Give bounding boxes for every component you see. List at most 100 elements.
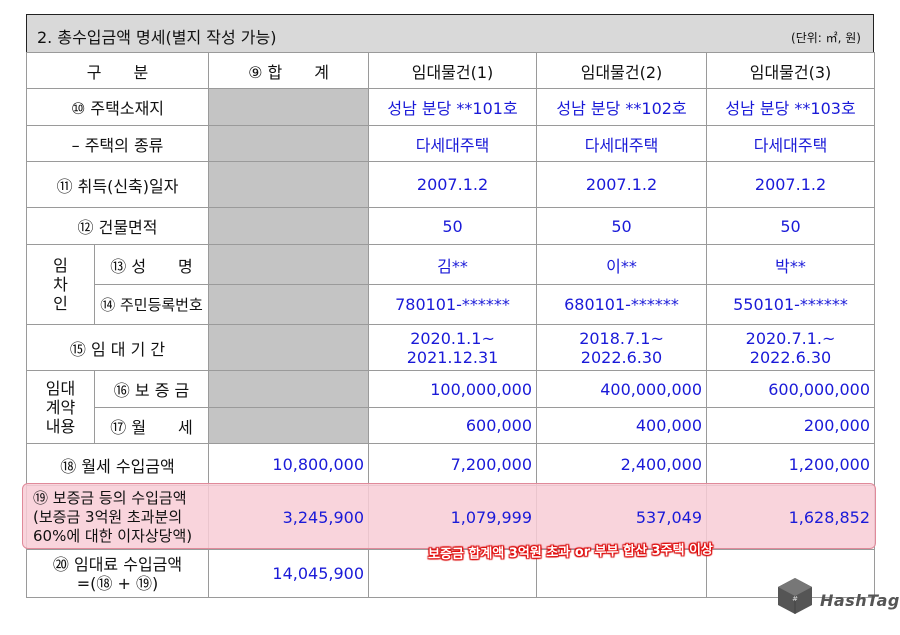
area-p1: 50 [368, 207, 538, 245]
deposit-p2: 400,000,000 [536, 370, 708, 408]
table-row: ⑰ 월 세 600,000 400,000 200,000 [27, 407, 876, 444]
row-label-lease-period: ⑮ 임 대 기 간 [25, 324, 210, 371]
row-label-house-type: – 주택의 종류 [25, 125, 210, 162]
deposit-income-p2: 537,049 [536, 485, 708, 550]
row-label-monthly-rent: ⑰ 월 세 [93, 407, 210, 444]
table-row: ⑱ 월세 수입금액 10,800,000 7,200,000 2,400,000… [25, 443, 876, 486]
row-label-resident-number: ⑭ 주민등록번호 [93, 284, 210, 325]
deposit-income-label-line: 60%에 대한 이자상당액) [33, 527, 193, 545]
hashtag-cube-logo-icon: # [778, 578, 812, 614]
house-type-p3: 다세대주택 [706, 125, 876, 162]
lease-period-p2: 2018.7.1~ 2022.6.30 [536, 324, 708, 371]
deposit-income-label-line: ⑲ 보증금 등의 수입금액 [33, 489, 187, 507]
table-row: ⑮ 임 대 기 간 2020.1.1~ 2021.12.31 2018.7.1~… [25, 324, 876, 371]
row-label-total-income: ⑳ 임대료 수입금액 =(⑱ + ⑲) [25, 549, 210, 598]
contract-group-label-line: 임대 [45, 378, 76, 398]
tenant-id-p3: 550101-****** [706, 284, 876, 325]
col-header-property-1: 임대물건(1) [368, 52, 538, 89]
acq-date-p1: 2007.1.2 [368, 161, 538, 208]
tenant-group-label-line: 인 [53, 294, 68, 313]
house-type-p2: 다세대주택 [536, 125, 708, 162]
address-p1: 성남 분당 **101호 [368, 88, 538, 126]
contract-group-label: 임대 계약 내용 [26, 370, 95, 444]
lease-period-end: 2021.12.31 [406, 347, 499, 367]
total-cell-blank [208, 207, 370, 245]
total-cell-blank [208, 284, 370, 325]
total-cell-blank [208, 370, 370, 408]
table-row: ⑫ 건물면적 50 50 50 [25, 207, 876, 245]
deposit-income-total: 3,245,900 [208, 485, 370, 550]
svg-text:#: # [792, 595, 798, 603]
tenant-id-p1: 780101-****** [368, 284, 538, 325]
table-row: 임대 계약 내용 ⑯ 보 증 금 100,000,000 400,000,000… [26, 370, 876, 444]
house-type-p1: 다세대주택 [368, 125, 538, 162]
row-label-tenant-name: ⑬ 성 명 [93, 244, 210, 285]
lease-period-p3: 2020.7.1.~ 2022.6.30 [706, 324, 876, 371]
row-label-deposit-income: ⑲ 보증금 등의 수입금액 (보증금 3억원 초과분의 60%에 대한 이자상당… [25, 485, 210, 550]
table-row: 임 차 인 ⑬ 성 명 김** 이** 박** [26, 244, 876, 325]
lease-period-p1: 2020.1.1~ 2021.12.31 [368, 324, 538, 371]
monthly-rent-p1: 600,000 [368, 407, 538, 444]
row-label-building-area: ⑫ 건물면적 [25, 207, 210, 245]
tenant-group-label-line: 차 [53, 275, 68, 294]
total-income-label-line: ⑳ 임대료 수입금액 [52, 554, 183, 574]
total-cell-blank [208, 244, 370, 285]
area-p2: 50 [536, 207, 708, 245]
deposit-income-label-line: (보증금 3억원 초과분의 [33, 508, 183, 526]
rent-income-p1: 7,200,000 [368, 443, 538, 486]
income-table: 구 분 ⑨ 합 계 임대물건(1) 임대물건(2) 임대물건(3) ⑩ 주택소재… [25, 52, 876, 598]
section-header: 2. 총수입금액 명세(별지 작성 가능) (단위: ㎡, 원) [26, 14, 874, 52]
lease-period-end: 2022.6.30 [580, 347, 663, 367]
total-cell-blank [208, 88, 370, 126]
acq-date-p2: 2007.1.2 [536, 161, 708, 208]
tenant-name-p3: 박** [706, 244, 876, 285]
table-row: ⑲ 보증금 등의 수입금액 (보증금 3억원 초과분의 60%에 대한 이자상당… [25, 485, 876, 550]
table-row: ⑩ 주택소재지 성남 분당 **101호 성남 분당 **102호 성남 분당 … [25, 88, 876, 126]
tenant-name-p2: 이** [536, 244, 708, 285]
rent-income-p2: 2,400,000 [536, 443, 708, 486]
row-label-rent-income: ⑱ 월세 수입금액 [25, 443, 210, 486]
monthly-rent-p3: 200,000 [706, 407, 876, 444]
area-p3: 50 [706, 207, 876, 245]
table-header-row: 구 분 ⑨ 합 계 임대물건(1) 임대물건(2) 임대물건(3) [25, 52, 876, 89]
total-income-label-line: =(⑱ + ⑲) [76, 573, 159, 593]
total-cell-blank [208, 407, 370, 444]
row-label-address: ⑩ 주택소재지 [25, 88, 210, 126]
total-cell-blank [208, 161, 370, 208]
deposit-p1: 100,000,000 [368, 370, 538, 408]
tenant-group-label-line: 임 [53, 256, 68, 275]
table-row: ⑪ 취득(신축)일자 2007.1.2 2007.1.2 2007.1.2 [25, 161, 876, 208]
deposit-income-p1: 1,079,999 [368, 485, 538, 550]
contract-group-label-line: 내용 [45, 416, 76, 436]
total-cell-blank [208, 324, 370, 371]
tenant-name-p1: 김** [368, 244, 538, 285]
table-row: – 주택의 종류 다세대주택 다세대주택 다세대주택 [25, 125, 876, 162]
address-p3: 성남 분당 **103호 [706, 88, 876, 126]
tenant-group-label: 임 차 인 [26, 244, 95, 325]
deposit-p3: 600,000,000 [706, 370, 876, 408]
rent-income-p3: 1,200,000 [706, 443, 876, 486]
section-title: 2. 총수입금액 명세(별지 작성 가능) [37, 28, 277, 47]
col-header-property-3: 임대물건(3) [706, 52, 876, 89]
watermark-text: HashTag [820, 591, 900, 610]
lease-period-start: 2020.1.1~ [410, 328, 495, 348]
col-header-category: 구 분 [25, 52, 210, 89]
acq-date-p3: 2007.1.2 [706, 161, 876, 208]
tenant-id-p2: 680101-****** [536, 284, 708, 325]
unit-label: (단위: ㎡, 원) [791, 31, 861, 45]
total-cell-blank [208, 125, 370, 162]
rent-income-total: 10,800,000 [208, 443, 370, 486]
lease-period-start: 2020.7.1.~ [745, 328, 836, 348]
contract-group-label-line: 계약 [45, 397, 76, 417]
deposit-income-p3: 1,628,852 [706, 485, 876, 550]
income-statement-frame: 2. 총수입금액 명세(별지 작성 가능) (단위: ㎡, 원) 구 분 ⑨ 합… [22, 14, 876, 598]
table-row: ⑭ 주민등록번호 780101-****** 680101-****** 550… [27, 284, 876, 325]
row-label-acquisition-date: ⑪ 취득(신축)일자 [25, 161, 210, 208]
lease-period-start: 2018.7.1~ [579, 328, 664, 348]
row-label-deposit: ⑯ 보 증 금 [93, 370, 210, 408]
total-income-total: 14,045,900 [208, 549, 370, 598]
col-header-property-2: 임대물건(2) [536, 52, 708, 89]
col-header-total: ⑨ 합 계 [208, 52, 370, 89]
lease-period-end: 2022.6.30 [749, 347, 832, 367]
monthly-rent-p2: 400,000 [536, 407, 708, 444]
